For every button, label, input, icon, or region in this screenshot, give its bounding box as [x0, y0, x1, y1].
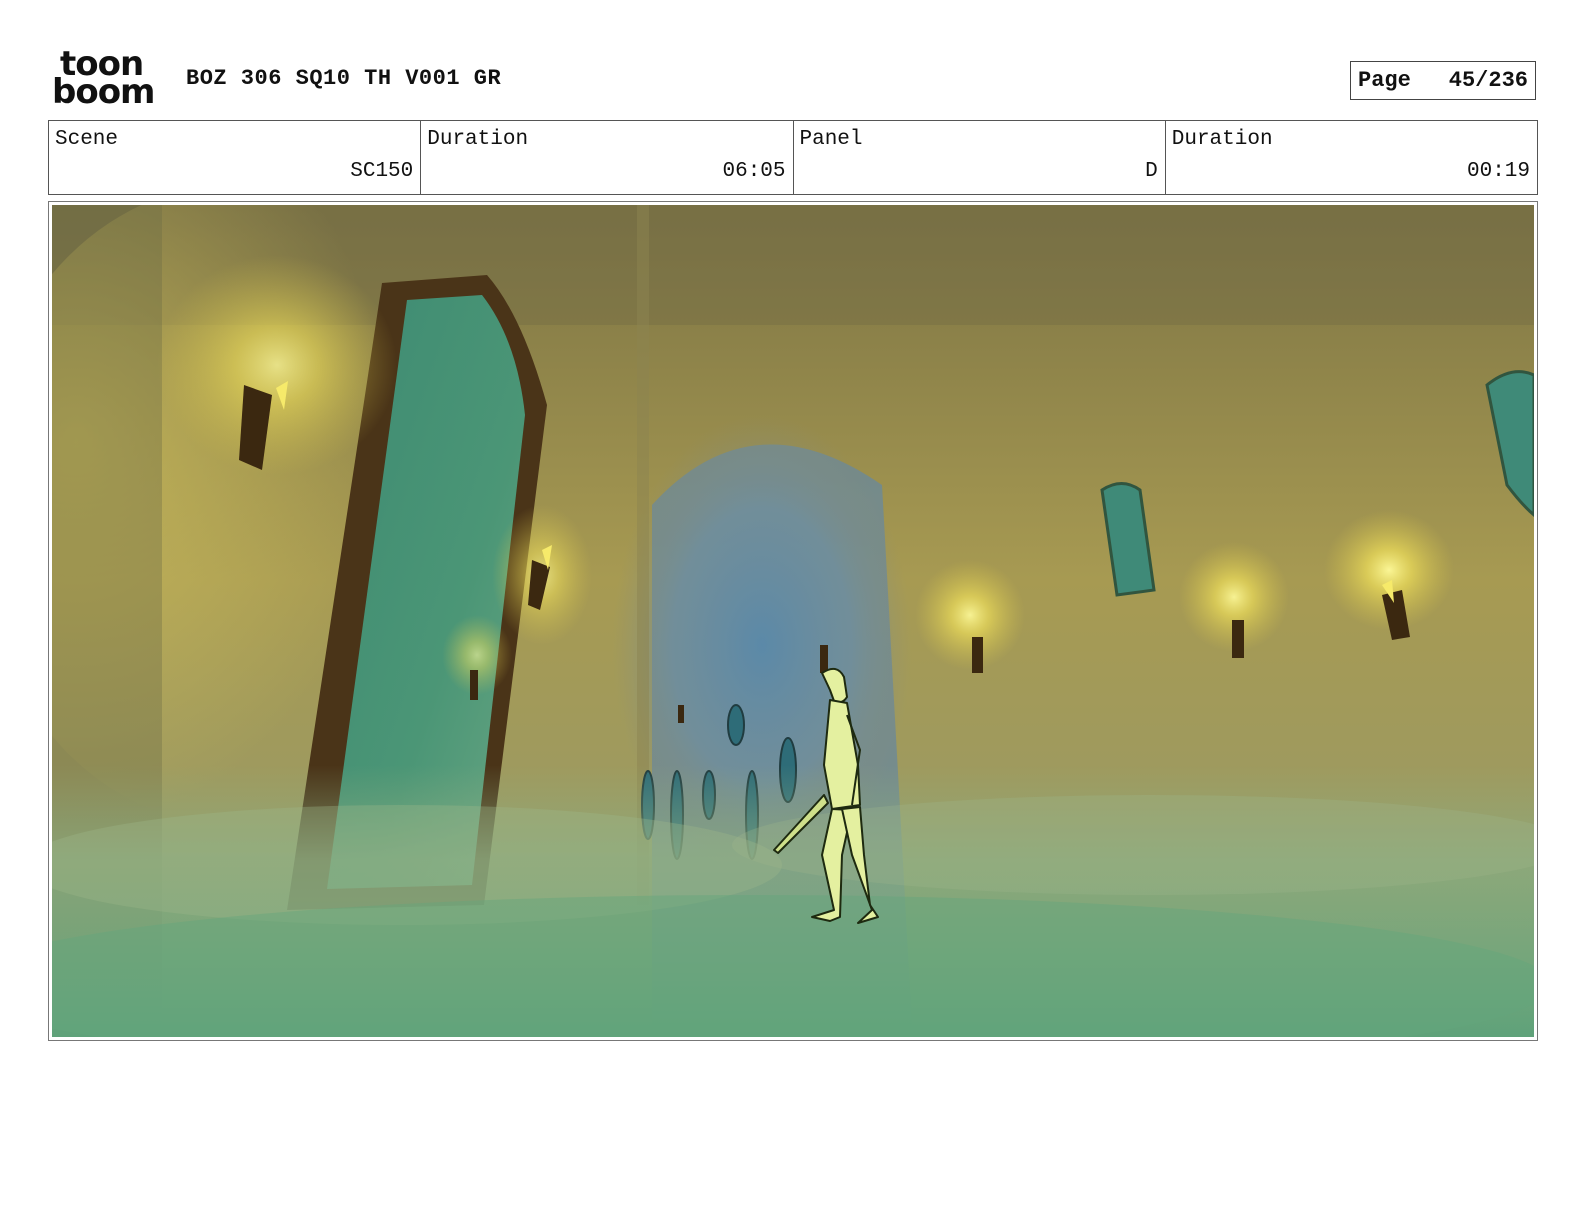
scene-duration-value: 06:05: [722, 160, 786, 183]
panel-cell: Panel D: [794, 121, 1166, 194]
page-indicator: Page 45/236: [1350, 61, 1536, 100]
logo-line-2: boom: [52, 72, 155, 112]
project-title: BOZ 306 SQ10 TH V001 GR: [186, 66, 502, 91]
panel-duration-value: 00:19: [1466, 160, 1530, 183]
scene-value: SC150: [350, 160, 414, 183]
storyboard-panel-image: [52, 205, 1534, 1037]
page-number: 45/236: [1448, 68, 1528, 93]
scene-label: Scene: [55, 128, 119, 151]
scene-cell: Scene SC150: [49, 121, 422, 194]
page-label: Page: [1358, 68, 1411, 93]
logo-wordmark: toon boom: [52, 47, 164, 112]
scene-duration-label: Duration: [427, 128, 529, 151]
panel-artwork: [52, 205, 1534, 1037]
panel-value: D: [1145, 160, 1158, 183]
panel-duration-label: Duration: [1171, 128, 1273, 151]
toon-boom-logo: toon boom: [52, 47, 164, 112]
panel-duration-cell: Duration 00:19: [1166, 121, 1537, 194]
scene-duration-cell: Duration 06:05: [421, 121, 794, 194]
scene-info-table: Scene SC150 Duration 06:05 Panel D Durat…: [48, 120, 1538, 195]
storyboard-panel-frame: [48, 201, 1538, 1041]
panel-label: Panel: [799, 128, 863, 151]
